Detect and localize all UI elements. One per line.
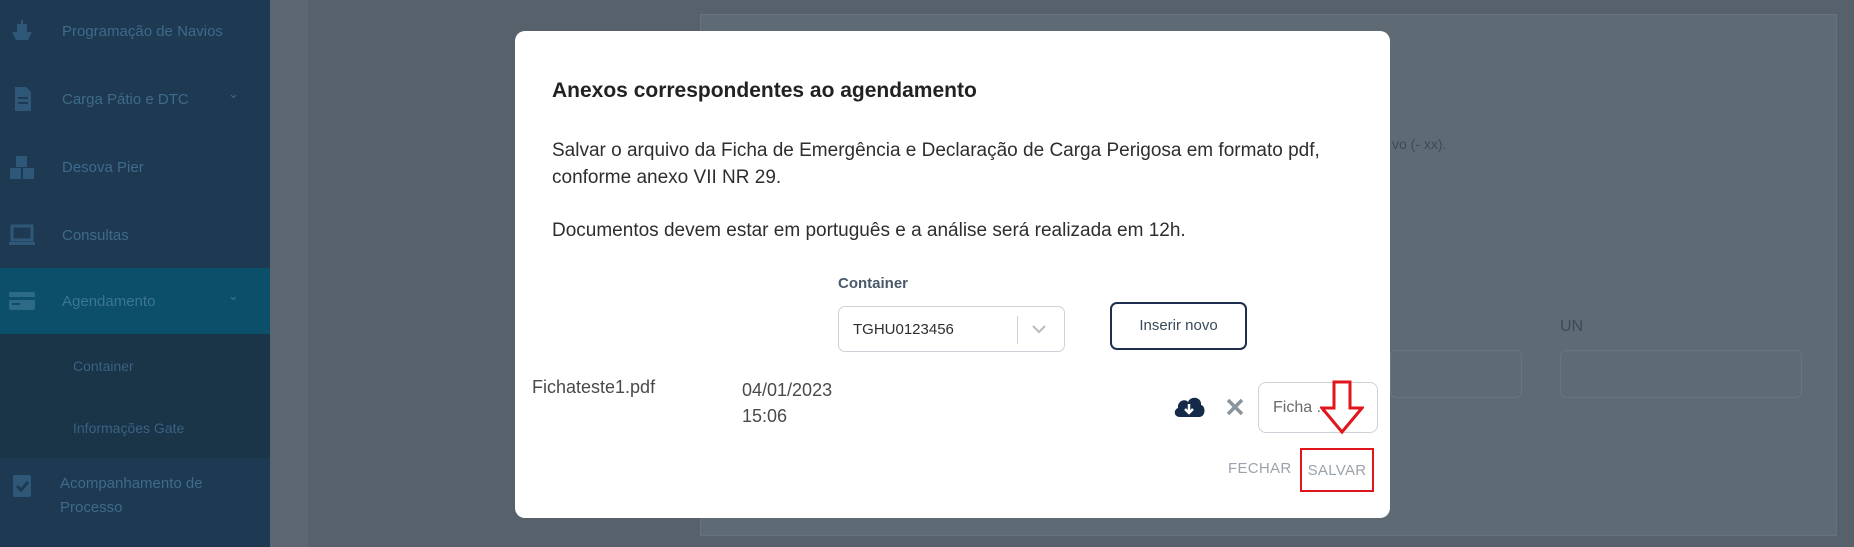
laptop-icon [9,224,35,245]
sidebar-item-label: Desova Pier [62,159,144,176]
sidebar-item-label: Consultas [62,227,129,244]
attachment-datetime: 04/01/2023 15:06 [742,377,832,429]
chevron-down-icon: ⌄ [228,288,239,303]
sidebar-item-label: Acompanhamento de Processo [60,475,203,516]
sidebar-item-label: Carga Pátio e DTC [62,91,189,108]
modal-title: Anexos correspondentes ao agendamento [552,79,977,102]
attachment-file-name: Fichateste1.pdf [532,377,656,397]
document-icon [15,87,31,111]
container-label: Container [838,275,909,292]
select-separator [1017,316,1018,344]
insert-new-button[interactable]: Inserir novo [1110,302,1247,350]
modal-language-note: Documentos devem estar em português e a … [552,220,1186,241]
sidebar-item-label: Programação de Navios [62,23,223,40]
attachment-time: 15:06 [742,406,788,426]
sidebar-subitem-container[interactable]: Container [73,358,134,374]
close-icon[interactable] [1224,396,1246,418]
container-select[interactable]: TGHU0123456 [838,306,1065,352]
arrow-down-annotation-icon [1320,380,1364,435]
modal-instructions: Salvar o arquivo da Ficha de Emergência … [552,140,1320,188]
boxes-icon [10,156,34,179]
sidebar-item-carga-patio-dtc[interactable]: Carga Pátio e DTC ⌄ [0,84,270,114]
save-button[interactable]: SALVAR [1300,448,1374,492]
chevron-down-icon: ⌄ [228,86,239,101]
ship-icon [12,20,32,40]
sidebar-item-desova-pier[interactable]: Desova Pier [0,152,270,182]
sidebar-item-agendamento[interactable]: Agendamento ⌄ [0,268,270,334]
sidebar-item-programacao-navios[interactable]: Programação de Navios [0,16,270,46]
sidebar-item-consultas[interactable]: Consultas [0,220,270,250]
attachments-modal: Anexos correspondentes ao agendamento Sa… [515,31,1390,518]
sidebar: Programação de Navios Carga Pátio e DTC … [0,0,270,547]
background-field [1390,350,1522,398]
sidebar-item-label: Agendamento [62,293,156,310]
background-un-field [1560,350,1802,398]
background-un-label: UN [1560,318,1584,335]
close-button[interactable]: FECHAR [1228,460,1291,477]
chevron-down-icon[interactable] [1029,319,1049,339]
sidebar-submenu: Container Informações Gate [0,334,270,458]
sidebar-item-acompanhamento-processo[interactable]: Acompanhamento de Processo [0,472,270,520]
card-icon [9,292,35,310]
container-select-value: TGHU0123456 [853,321,954,338]
attachment-date: 04/01/2023 [742,380,833,400]
cloud-download-icon[interactable] [1172,393,1206,421]
sidebar-subitem-informacoes-gate[interactable]: Informações Gate [73,420,184,436]
clipboard-check-icon [13,475,31,497]
background-partial-text: vo (- xx). [1392,136,1447,152]
